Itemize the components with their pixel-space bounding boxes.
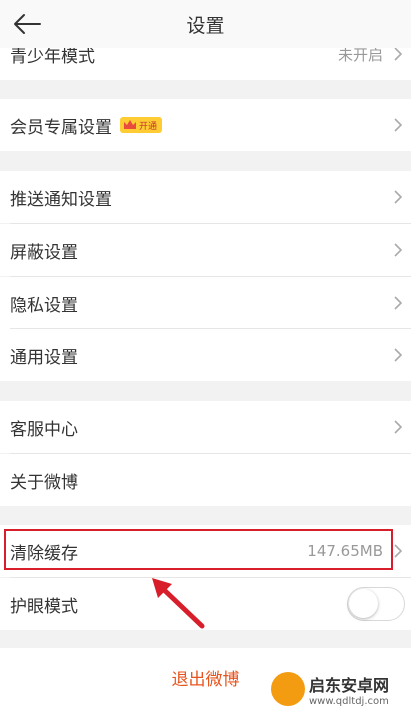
logout-label: 退出微博 [171,669,240,690]
row-label: 推送通知设置 [10,189,112,210]
chevron-right-icon [394,420,403,434]
settings-row-block[interactable]: 屏蔽设置 [0,224,411,276]
row-label: 会员专属设置 [10,117,112,138]
row-label: 护眼模式 [10,596,78,617]
vip-badge-text: 开通 [139,121,158,132]
chevron-right-icon [394,47,403,61]
chevron-right-icon [394,190,403,204]
chevron-right-icon [394,348,403,362]
chevron-right-icon [394,296,403,310]
settings-row-general[interactable]: 通用设置 [0,329,411,381]
settings-row-privacy[interactable]: 隐私设置 [0,277,411,329]
settings-row-vip[interactable]: 会员专属设置 开通 [0,99,411,151]
crown-icon [124,120,136,129]
settings-row-about[interactable]: 关于微博 [0,454,411,506]
chevron-right-icon [394,118,403,132]
navigation-bar: 设置 [0,0,411,48]
watermark-url: www.qdltdj.com [309,695,389,707]
toggle-knob[interactable] [349,589,378,618]
watermark-logo-icon [271,672,305,706]
settings-row-support[interactable]: 客服中心 [0,401,411,453]
annotation-highlight-box [4,529,393,570]
row-label: 通用设置 [10,347,78,368]
back-arrow-icon [14,14,41,34]
watermark-name: 启东安卓网 [309,675,390,695]
chevron-right-icon [394,243,403,257]
eye-care-toggle[interactable] [347,587,405,621]
row-label: 客服中心 [10,419,78,440]
chevron-right-icon [394,544,403,558]
row-label: 关于微博 [10,472,78,493]
page-title: 设置 [186,14,225,37]
back-button[interactable] [10,8,44,40]
row-label: 屏蔽设置 [10,242,78,263]
vip-badge[interactable]: 开通 [120,117,162,133]
annotation-arrow-icon [152,578,205,629]
settings-row-push[interactable]: 推送通知设置 [0,171,411,223]
site-watermark: 启东安卓网 www.qdltdj.com [271,666,407,712]
row-label: 隐私设置 [10,295,78,316]
